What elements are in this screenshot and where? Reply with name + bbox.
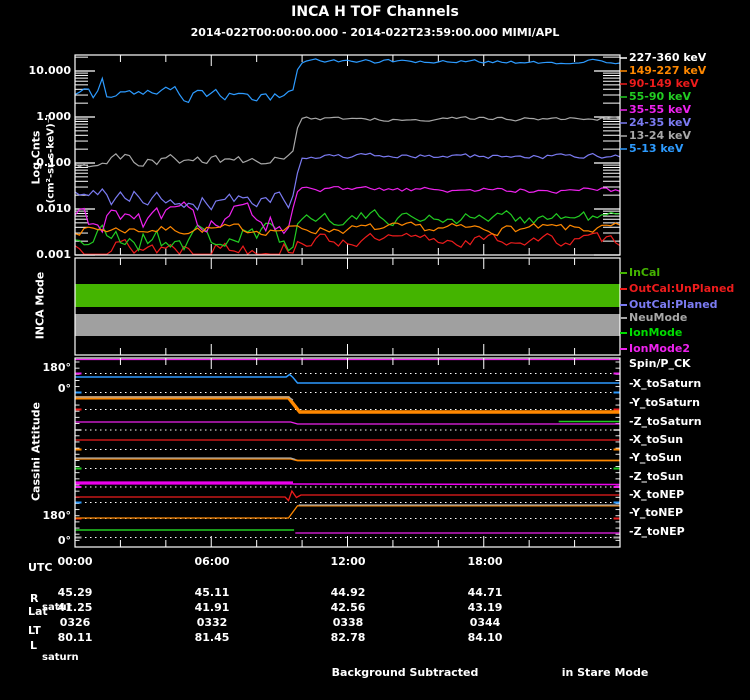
lat-value-1: 41.91 — [194, 601, 230, 614]
l-value-2: 82.78 — [330, 631, 366, 644]
legend-att-x-nep: -X_toNEP — [629, 488, 685, 501]
legend-energy-55-90: 55-90 keV — [629, 90, 692, 103]
utc-tick-0: 00:00 — [57, 555, 93, 568]
att-tick-0-bottom: 0° — [57, 534, 71, 547]
row-label-l-sub: saturn — [42, 652, 79, 663]
legend-att-z-nep: -Z_toNEP — [629, 525, 685, 538]
l-value-3: 84.10 — [467, 631, 503, 644]
legend-energy-227-360: 227-360 keV — [629, 51, 707, 64]
legend-energy-5-13: 5-13 keV — [629, 142, 684, 155]
legend-att-z-sun: -Z_toSun — [629, 470, 684, 483]
utc-tick-3: 18:00 — [467, 555, 503, 568]
legend-mode-neumode: NeuMode — [629, 311, 688, 324]
y-tick-10: 10.000 — [28, 64, 71, 77]
legend-att-y-saturn: -Y_toSaturn — [629, 396, 700, 409]
inca-tof-plot-window: { "title": "INCA H TOF Channels", "subti… — [0, 0, 750, 700]
r-value-2: 44.92 — [330, 586, 366, 599]
r-value-0: 45.29 — [57, 586, 93, 599]
legend-mode-ionmode: IonMode — [629, 326, 683, 339]
legend-mode-outcal-unplaned: OutCal:UnPlaned — [629, 282, 735, 295]
legend-att-x-sun: -X_toSun — [629, 433, 684, 446]
legend-mode-ionmode2: IonMode2 — [629, 342, 690, 355]
r-value-3: 44.71 — [467, 586, 503, 599]
lt-value-1: 0332 — [196, 616, 228, 629]
l-value-0: 80.11 — [57, 631, 93, 644]
legend-att-x-saturn: -X_toSaturn — [629, 377, 702, 390]
y-tick-0p01: 0.010 — [36, 202, 71, 215]
legend-att-y-sun: -Y_toSun — [629, 451, 682, 464]
attitude-panel-label: Cassini Attitude — [29, 401, 43, 502]
l-value-1: 81.45 — [194, 631, 230, 644]
lt-value-3: 0344 — [469, 616, 501, 629]
footer-background-subtracted: Background Subtracted — [331, 666, 479, 679]
lat-value-0: 41.25 — [57, 601, 93, 614]
legend-att-y-nep: -Y_toNEP — [629, 506, 684, 519]
y-tick-0p1: 0.100 — [36, 156, 71, 169]
legend-energy-90-149: 90-149 keV — [629, 77, 699, 90]
lt-value-0: 0326 — [59, 616, 91, 629]
legend-energy-13-24: 13-24 keV — [629, 129, 692, 142]
legend-mode-outcal-planed: OutCal:Planed — [629, 298, 718, 311]
lat-value-3: 43.19 — [467, 601, 503, 614]
legend-mode-incal: InCal — [629, 266, 661, 279]
footer-stare-mode: in Stare Mode — [561, 666, 649, 679]
lat-value-2: 42.56 — [330, 601, 366, 614]
legend-att-spin: Spin/P_CK — [629, 357, 691, 370]
att-tick-180-top: 180° — [42, 361, 71, 374]
legend-energy-149-227: 149-227 keV — [629, 64, 707, 77]
legend-att-z-saturn: -Z_toSaturn — [629, 415, 702, 428]
utc-tick-2: 12:00 — [330, 555, 366, 568]
legend-energy-24-35: 24-35 keV — [629, 116, 692, 129]
att-tick-180-bottom: 180° — [42, 509, 71, 522]
y-tick-1: 1.000 — [36, 110, 71, 123]
lt-value-2: 0338 — [332, 616, 364, 629]
utc-tick-1: 06:00 — [194, 555, 230, 568]
legend-energy-35-55: 35-55 keV — [629, 103, 692, 116]
att-tick-0-top: 0° — [57, 382, 71, 395]
page-title: INCA H TOF Channels — [291, 4, 459, 20]
r-value-1: 45.11 — [194, 586, 230, 599]
plot-time-range: 2014-022T00:00:00.000 - 2014-022T23:59:0… — [190, 26, 560, 39]
